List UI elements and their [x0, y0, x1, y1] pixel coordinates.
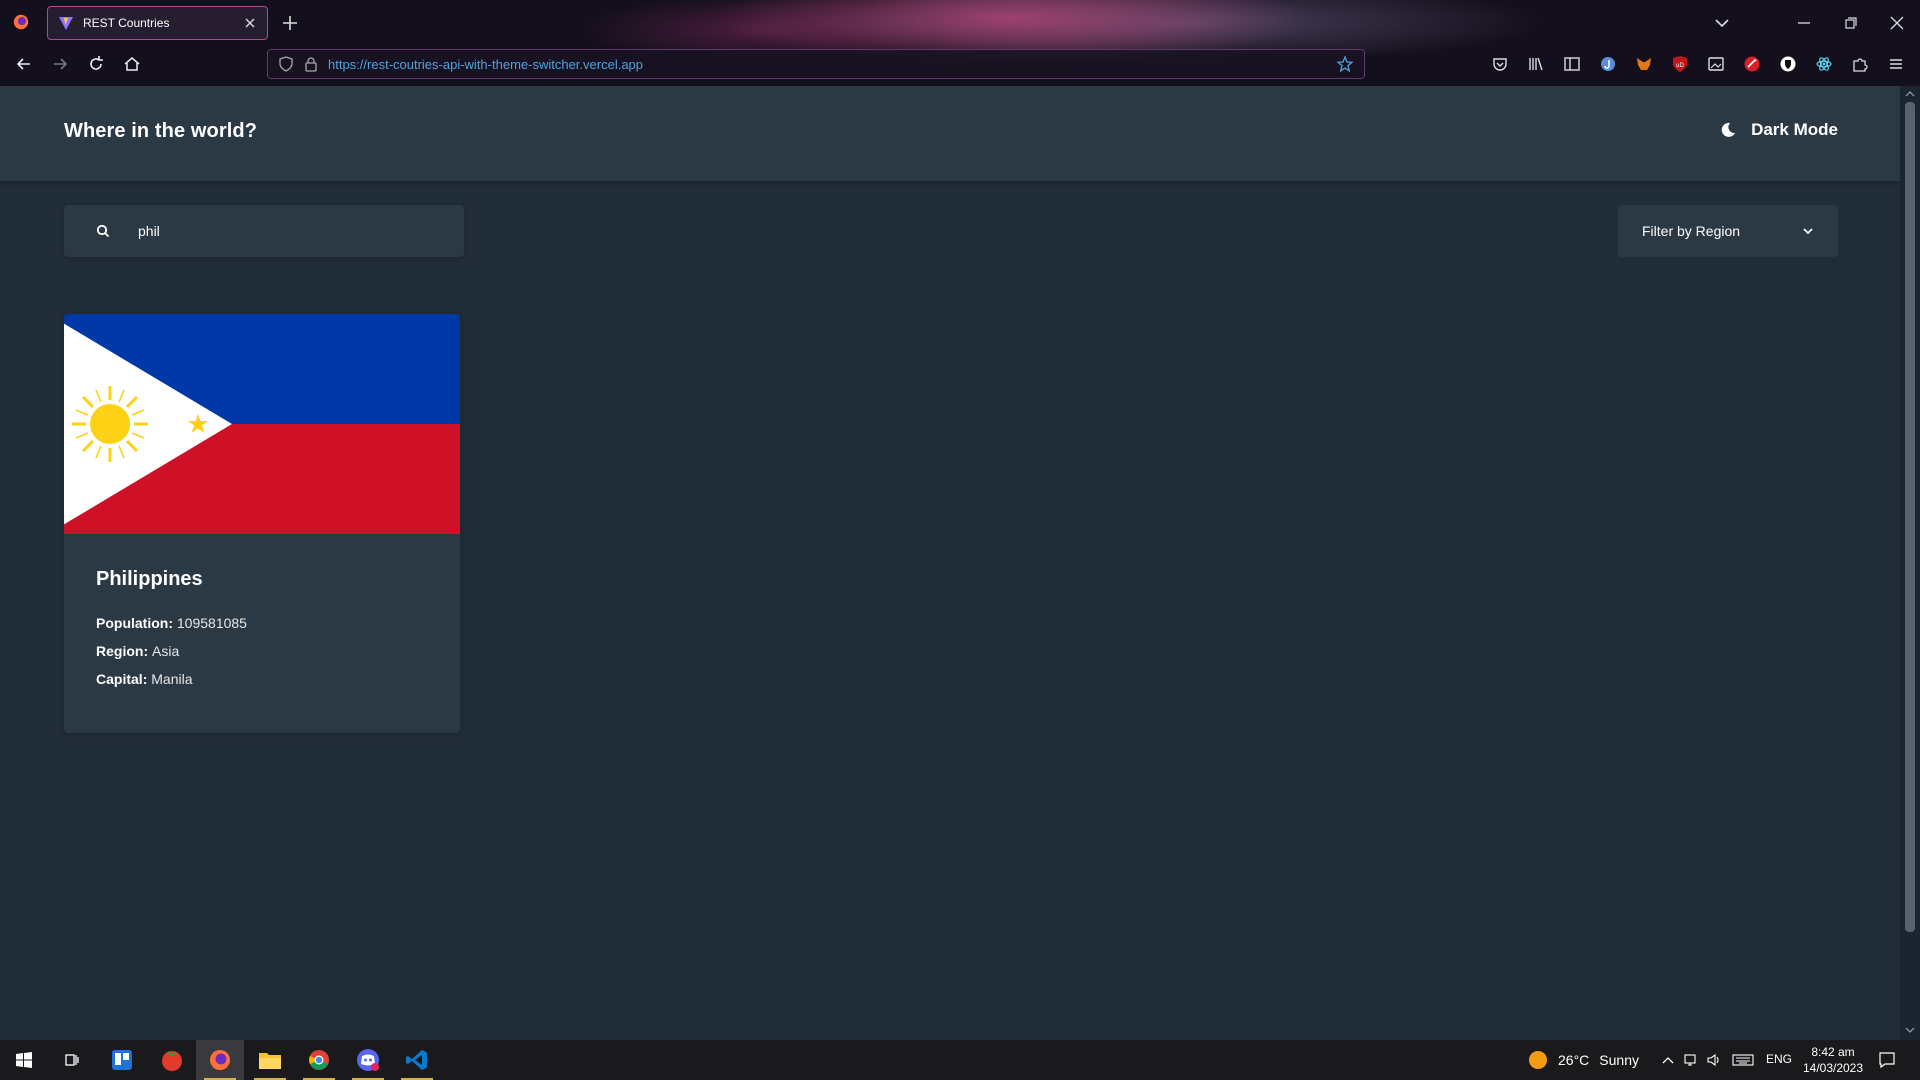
search-icon	[96, 224, 110, 238]
weather-temperature: 26°C	[1558, 1052, 1590, 1068]
discord-icon	[357, 1049, 379, 1071]
ublock-origin-icon[interactable]: uD	[1671, 55, 1689, 73]
tracking-shield-icon[interactable]	[278, 56, 294, 72]
library-icon[interactable]	[1527, 55, 1545, 73]
weather-condition: Sunny	[1599, 1052, 1639, 1068]
address-bar[interactable]: https://rest-coutries-api-with-theme-swi…	[267, 49, 1365, 79]
capital-label: Capital	[96, 671, 143, 687]
sidebar-icon[interactable]	[1563, 55, 1581, 73]
taskbar-firefox[interactable]	[196, 1040, 244, 1080]
key-extension-icon[interactable]	[1743, 55, 1761, 73]
forward-icon[interactable]	[50, 54, 70, 74]
minimize-window-icon[interactable]	[1793, 12, 1815, 34]
page-scrollbar[interactable]	[1900, 86, 1920, 1040]
lock-icon[interactable]	[304, 56, 318, 72]
metamask-icon[interactable]	[1635, 55, 1653, 73]
reload-icon[interactable]	[86, 54, 106, 74]
site-header: Where in the world? Dark Mode	[0, 86, 1900, 181]
clock-date: 14/03/2023	[1802, 1061, 1864, 1075]
start-button[interactable]	[0, 1040, 48, 1080]
new-tab-icon[interactable]	[280, 13, 300, 33]
region-filter-select[interactable]: Filter by Region	[1618, 205, 1838, 257]
region-label: Region	[96, 643, 144, 659]
search-input[interactable]	[138, 223, 438, 239]
region-value: Asia	[152, 643, 180, 659]
pocket-icon[interactable]	[1491, 55, 1509, 73]
moon-icon	[1721, 122, 1736, 137]
tomato-icon	[162, 1051, 182, 1071]
country-name: Philippines	[96, 568, 203, 590]
firefox-menu-icon[interactable]	[12, 13, 30, 31]
region-row: Region: Asia	[96, 643, 180, 659]
country-card-body: Philippines Population: 109581085 Region…	[64, 534, 460, 727]
extension-j-icon[interactable]	[1599, 55, 1617, 73]
volume-icon[interactable]	[1706, 1052, 1722, 1068]
chevron-down-icon	[1803, 228, 1813, 235]
taskbar-trello[interactable]	[98, 1040, 146, 1080]
task-view-icon	[65, 1054, 79, 1066]
philippines-flag-image	[64, 314, 460, 534]
network-icon[interactable]	[1683, 1052, 1699, 1068]
svg-text:uD: uD	[1676, 63, 1684, 69]
country-card[interactable]: Philippines Population: 109581085 Region…	[64, 314, 460, 733]
chrome-icon	[309, 1050, 329, 1070]
close-tab-icon[interactable]	[243, 16, 257, 30]
home-icon[interactable]	[122, 54, 142, 74]
population-value: 109581085	[176, 615, 247, 631]
capital-row: Capital: Manila	[96, 671, 193, 687]
taskbar-tomato-timer[interactable]	[148, 1040, 196, 1080]
windows-taskbar: 26°C Sunny ENG 8:42 am 14/03/2023	[0, 1040, 1920, 1080]
restore-window-icon[interactable]	[1840, 12, 1862, 34]
vscode-icon	[406, 1050, 427, 1070]
windows-logo-icon	[16, 1052, 32, 1068]
system-clock[interactable]: 8:42 am 14/03/2023	[1796, 1044, 1870, 1076]
notifications-icon[interactable]	[1878, 1051, 1896, 1069]
show-hidden-icons-chevron-up-icon[interactable]	[1660, 1052, 1676, 1068]
extensions-puzzle-icon[interactable]	[1851, 55, 1869, 73]
back-icon[interactable]	[14, 54, 34, 74]
browser-chrome: REST Countries https://rest-coutries-api…	[0, 0, 1920, 86]
scroll-down-icon[interactable]	[1905, 1026, 1915, 1034]
screenshot-icon[interactable]	[1707, 55, 1725, 73]
tab-list-chevron-down-icon[interactable]	[1712, 13, 1732, 33]
taskbar-chrome[interactable]	[295, 1040, 343, 1080]
site-title: Where in the world?	[64, 120, 258, 142]
region-filter-label: Filter by Region	[1642, 223, 1741, 239]
capital-value: Manila	[151, 671, 193, 687]
close-window-icon[interactable]	[1886, 12, 1908, 34]
react-devtools-icon[interactable]	[1815, 55, 1833, 73]
theme-toggle-label: Dark Mode	[1751, 120, 1838, 139]
trello-icon	[112, 1050, 132, 1070]
firefox-icon	[210, 1050, 230, 1070]
url-text[interactable]: https://rest-coutries-api-with-theme-swi…	[328, 57, 1326, 72]
keyboard-icon[interactable]	[1732, 1052, 1754, 1068]
scroll-up-icon[interactable]	[1905, 90, 1915, 98]
population-row: Population: 109581085	[96, 615, 247, 631]
bitwarden-icon[interactable]	[1779, 55, 1797, 73]
sun-icon	[1529, 1051, 1547, 1069]
clock-time: 8:42 am	[1811, 1045, 1855, 1059]
taskbar-vscode[interactable]	[393, 1040, 441, 1080]
weather-widget[interactable]: 26°C Sunny	[1528, 1040, 1639, 1080]
population-label: Population	[96, 615, 169, 631]
tab-title: REST Countries	[83, 16, 170, 30]
search-box[interactable]	[64, 205, 464, 257]
task-view-button[interactable]	[48, 1040, 96, 1080]
scrollbar-thumb[interactable]	[1905, 102, 1915, 932]
theme-toggle-button[interactable]: Dark Mode	[1719, 120, 1838, 140]
input-language[interactable]: ENG	[1766, 1052, 1792, 1066]
browser-tab[interactable]: REST Countries	[47, 6, 268, 40]
taskbar-discord[interactable]	[344, 1040, 392, 1080]
vite-favicon-icon	[59, 17, 73, 30]
web-page: Where in the world? Dark Mode Filter by …	[0, 86, 1900, 1040]
folder-icon	[259, 1053, 281, 1069]
bookmark-star-icon[interactable]	[1336, 55, 1354, 73]
taskbar-file-explorer[interactable]	[246, 1040, 294, 1080]
hamburger-menu-icon[interactable]	[1887, 55, 1905, 73]
